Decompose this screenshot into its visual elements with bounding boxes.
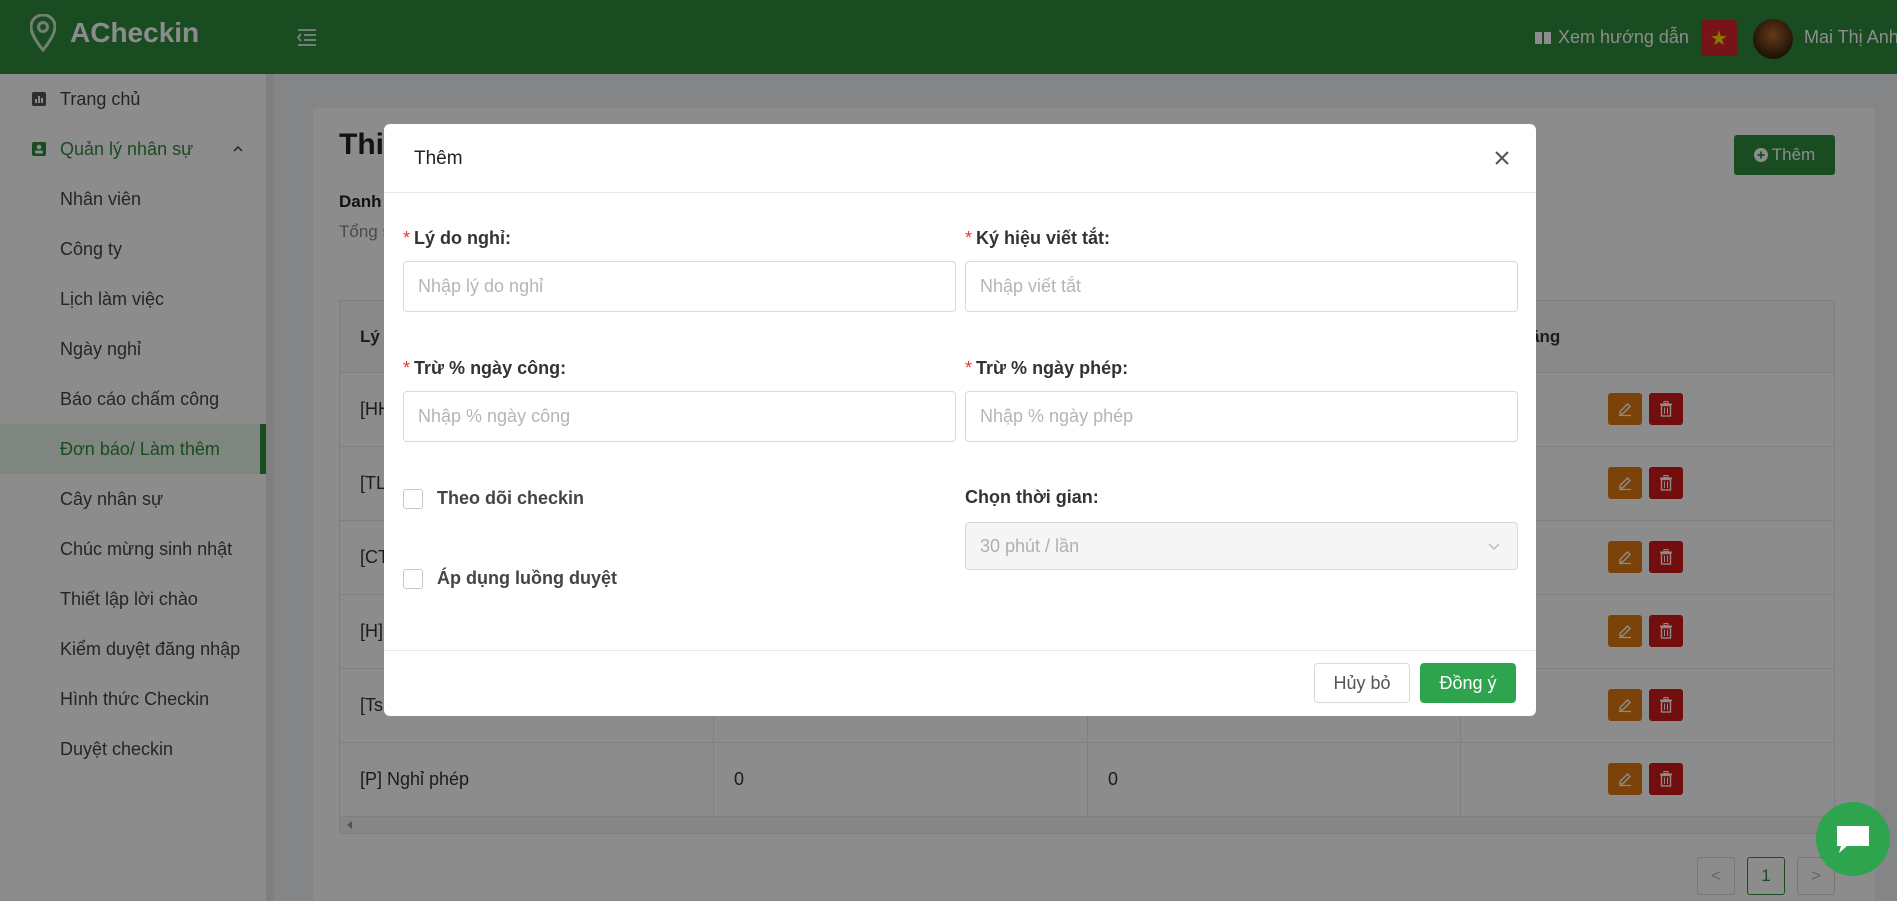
chevron-down-icon [1488, 543, 1500, 551]
apply-flow-label: Áp dụng luồng duyệt [437, 568, 617, 588]
track-checkin-option[interactable]: Theo dõi checkin [403, 488, 584, 509]
leave-label: * Trừ % ngày phép: [965, 358, 1128, 379]
required-marker: * [965, 358, 973, 378]
track-checkin-label: Theo dõi checkin [437, 488, 585, 508]
required-marker: * [965, 228, 973, 248]
leave-percent-input[interactable] [965, 391, 1518, 442]
required-marker: * [403, 358, 411, 378]
apply-flow-option[interactable]: Áp dụng luồng duyệt [403, 568, 617, 589]
track-checkin-checkbox[interactable] [403, 488, 423, 509]
cancel-button[interactable]: Hủy bỏ [1314, 663, 1410, 703]
time-select[interactable]: 30 phút / lần [965, 522, 1518, 570]
workday-percent-input[interactable] [403, 391, 956, 442]
time-select-label: Chọn thời gian: [965, 487, 1099, 507]
required-marker: * [403, 228, 411, 248]
reason-label: * Lý do nghỉ: [403, 228, 511, 249]
abbr-input[interactable] [965, 261, 1518, 312]
chat-bubble-icon [1837, 826, 1869, 853]
workday-label-text: Trừ % ngày công: [414, 358, 567, 378]
confirm-button[interactable]: Đồng ý [1420, 663, 1516, 703]
abbr-label-text: Ký hiệu viết tắt: [976, 228, 1111, 248]
modal-header: Thêm [384, 124, 1536, 193]
time-select-value: 30 phút / lần [980, 535, 1080, 556]
add-leave-type-dialog: Thêm *Lý do nghỉ: *Ký hiệu viết tắt: *Tr… [384, 124, 1536, 716]
leave-label-text: Trừ % ngày phép: [976, 358, 1129, 378]
abbr-label: * Ký hiệu viết tắt: [965, 228, 1110, 249]
close-icon[interactable] [1490, 146, 1514, 170]
workday-label: * Trừ % ngày công: [403, 358, 566, 379]
chat-button[interactable] [1816, 802, 1890, 876]
reason-input[interactable] [403, 261, 956, 312]
modal-title: Thêm [414, 148, 463, 169]
apply-flow-checkbox[interactable] [403, 568, 423, 589]
reason-label-text: Lý do nghỉ: [414, 228, 511, 248]
